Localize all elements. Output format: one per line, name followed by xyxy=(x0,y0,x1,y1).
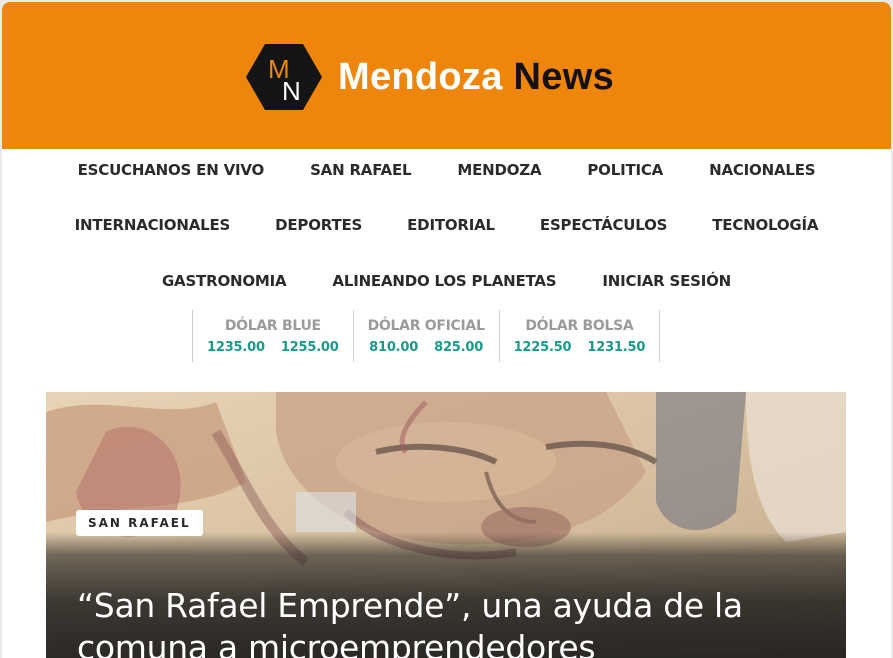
nav-item-editorial[interactable]: EDITORIAL xyxy=(407,216,495,234)
logo-letter-n: N xyxy=(282,76,301,106)
rate-dolar-bolsa: DÓLAR BOLSA 1225.50 1231.50 xyxy=(498,310,661,362)
brand-name-part1: Mendoza xyxy=(338,55,503,98)
browser-page: M N Mendoza News ESCUCHANOS EN VIVO SAN … xyxy=(2,2,891,658)
site-logo[interactable]: M N Mendoza News xyxy=(246,42,614,112)
rate-buy-value: 1235.00 xyxy=(207,339,265,355)
nav-item-san-rafael[interactable]: SAN RAFAEL xyxy=(310,161,411,179)
nav-item-escuchanos-en-vivo[interactable]: ESCUCHANOS EN VIVO xyxy=(78,161,265,179)
featured-headline[interactable]: “San Rafael Emprende”, una ayuda de la c… xyxy=(77,585,797,658)
rate-title: DÓLAR BLUE xyxy=(224,317,321,334)
currency-rates-widget: DÓLAR BLUE 1235.00 1255.00 DÓLAR OFICIAL… xyxy=(192,310,661,362)
rate-dolar-blue: DÓLAR BLUE 1235.00 1255.00 xyxy=(192,310,353,362)
nav-item-nacionales[interactable]: NACIONALES xyxy=(709,161,815,179)
nav-item-iniciar-sesion[interactable]: INICIAR SESIÓN xyxy=(602,272,731,290)
category-badge[interactable]: SAN RAFAEL xyxy=(76,510,203,536)
nav-item-espectaculos[interactable]: ESPECTÁCULOS xyxy=(540,216,668,234)
rate-sell-value: 1255.00 xyxy=(280,339,339,355)
rate-values: 810.00 825.00 xyxy=(369,340,483,355)
nav-item-alineando-los-planetas[interactable]: ALINEANDO LOS PLANETAS xyxy=(332,272,556,290)
nav-item-politica[interactable]: POLITICA xyxy=(587,161,663,179)
rate-title: DÓLAR BOLSA xyxy=(525,317,634,334)
rate-buy-value: 1225.50 xyxy=(513,339,572,355)
nav-item-internacionales[interactable]: INTERNACIONALES xyxy=(75,216,231,234)
nav-row: INTERNACIONALES DEPORTES EDITORIAL ESPEC… xyxy=(2,207,891,243)
logo-hexagon-icon: M N xyxy=(246,44,322,110)
rate-values: 1235.00 1255.00 xyxy=(207,340,339,355)
nav-item-deportes[interactable]: DEPORTES xyxy=(275,216,362,234)
nav-row: ESCUCHANOS EN VIVO SAN RAFAEL MENDOZA PO… xyxy=(2,152,891,188)
nav-item-gastronomia[interactable]: GASTRONOMIA xyxy=(162,272,287,290)
site-header: M N Mendoza News xyxy=(2,2,891,149)
featured-article-card[interactable]: SAN RAFAEL “San Rafael Emprende”, una ay… xyxy=(46,392,846,658)
rate-values: 1225.50 1231.50 xyxy=(514,340,646,355)
rate-sell-value: 1231.50 xyxy=(587,339,646,355)
rate-buy-value: 810.00 xyxy=(369,339,419,355)
nav-item-tecnologia[interactable]: TECNOLOGÍA xyxy=(712,216,818,234)
rate-dolar-oficial: DÓLAR OFICIAL 810.00 825.00 xyxy=(352,310,499,362)
nav-item-mendoza[interactable]: MENDOZA xyxy=(457,161,541,179)
nav-row: GASTRONOMIA ALINEANDO LOS PLANETAS INICI… xyxy=(2,263,891,299)
rate-sell-value: 825.00 xyxy=(434,339,484,355)
brand-name: Mendoza News xyxy=(338,56,614,99)
brand-name-part2: News xyxy=(513,55,614,98)
rate-title: DÓLAR OFICIAL xyxy=(367,317,485,334)
